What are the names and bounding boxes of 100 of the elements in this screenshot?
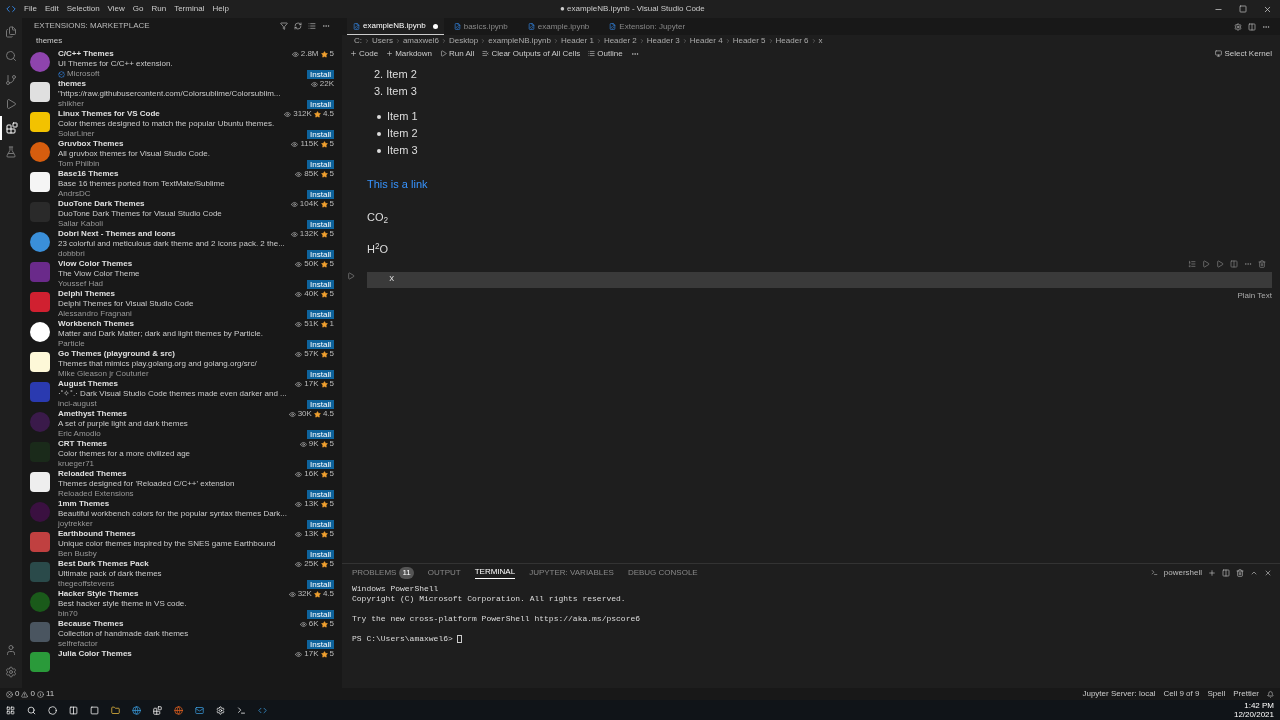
run-cell-icon[interactable] bbox=[347, 271, 355, 280]
editor-tab[interactable]: example.ipynb bbox=[517, 18, 600, 35]
tab-label[interactable]: Extension: Jupyter bbox=[619, 20, 686, 33]
install-button[interactable]: Install bbox=[307, 279, 334, 289]
install-button[interactable]: Install bbox=[307, 129, 334, 139]
menu-item[interactable]: File bbox=[20, 3, 41, 15]
settings-icon[interactable] bbox=[1234, 22, 1242, 31]
extension-name[interactable]: CRT Themes bbox=[58, 438, 107, 450]
breadcrumb[interactable]: Header 3 bbox=[646, 35, 680, 47]
install-button[interactable]: Install bbox=[307, 189, 334, 199]
extension-name[interactable]: Hacker Style Themes bbox=[58, 588, 139, 600]
plus-icon[interactable] bbox=[350, 50, 357, 57]
toolbar-button[interactable]: Markdown bbox=[395, 47, 433, 60]
globe-icon[interactable] bbox=[174, 705, 183, 715]
tab-label[interactable]: example.ipynb bbox=[537, 20, 590, 33]
mail-icon[interactable] bbox=[195, 705, 204, 715]
breadcrumb[interactable]: x bbox=[818, 35, 823, 47]
start-icon[interactable] bbox=[6, 705, 15, 715]
close-icon[interactable] bbox=[1264, 568, 1272, 577]
shell-selector[interactable]: powershell bbox=[1163, 566, 1202, 579]
panel-tab[interactable]: OUTPUT bbox=[427, 566, 461, 579]
install-button[interactable]: Install bbox=[307, 459, 334, 469]
breadcrumb[interactable]: Desktop bbox=[448, 35, 479, 47]
install-button[interactable]: Install bbox=[307, 489, 334, 499]
play-icon[interactable] bbox=[440, 50, 448, 57]
menu-item[interactable]: View bbox=[103, 3, 129, 15]
globe-icon[interactable] bbox=[132, 705, 141, 715]
account-icon[interactable] bbox=[5, 644, 17, 656]
clear-list-icon[interactable] bbox=[482, 50, 490, 57]
search-field[interactable]: themes bbox=[30, 34, 334, 47]
install-button[interactable]: Install bbox=[307, 429, 334, 439]
extension-name[interactable]: C/C++ Themes bbox=[58, 48, 114, 60]
code-cell[interactable]: x bbox=[367, 271, 1272, 288]
install-button[interactable]: Install bbox=[307, 339, 334, 349]
search-icon[interactable] bbox=[27, 705, 36, 715]
install-button[interactable]: Install bbox=[307, 159, 334, 169]
panel-tab[interactable]: PROBLEMS bbox=[352, 566, 397, 579]
tab-label[interactable]: exampleNB.ipynb bbox=[363, 20, 426, 32]
extension-name[interactable]: Reloaded Themes bbox=[58, 468, 127, 480]
split-terminal-icon[interactable] bbox=[1222, 568, 1230, 577]
select-kernel-button[interactable]: Select Kernel bbox=[1224, 47, 1272, 60]
install-button[interactable]: Install bbox=[307, 549, 334, 559]
breadcrumb[interactable]: Header 6 bbox=[775, 35, 809, 47]
panel-tab[interactable]: TERMINAL bbox=[474, 566, 516, 579]
panel-tab[interactable]: DEBUG CONSOLE bbox=[627, 566, 698, 579]
extension-name[interactable]: Base16 Themes bbox=[58, 168, 119, 180]
tab-label[interactable]: basics.ipynb bbox=[463, 20, 508, 33]
folder-icon[interactable] bbox=[111, 705, 120, 715]
panel-tab[interactable]: JUPYTER: VARIABLES bbox=[529, 566, 614, 579]
menu-item[interactable]: Selection bbox=[62, 3, 104, 15]
extension-name[interactable]: Viow Color Themes bbox=[58, 258, 133, 270]
status-item[interactable]: Prettier bbox=[1233, 688, 1259, 700]
add-terminal-icon[interactable] bbox=[1208, 568, 1216, 577]
breadcrumb[interactable]: C: bbox=[354, 35, 362, 47]
maximize-icon[interactable] bbox=[1239, 4, 1247, 13]
install-button[interactable]: Install bbox=[307, 69, 334, 79]
breadcrumb[interactable]: amaxwel6 bbox=[402, 35, 439, 47]
kernel-icon[interactable] bbox=[1215, 50, 1223, 57]
breadcrumb[interactable]: exampleNB.ipynb bbox=[488, 35, 551, 47]
menu-item[interactable]: Terminal bbox=[170, 3, 209, 15]
extension-name[interactable]: Delphi Themes bbox=[58, 288, 115, 300]
install-button[interactable]: Install bbox=[307, 399, 334, 409]
install-button[interactable]: Install bbox=[307, 579, 334, 589]
plus-icon[interactable] bbox=[386, 50, 394, 57]
notification-icon[interactable] bbox=[1267, 690, 1274, 698]
status-item[interactable]: Cell 9 of 9 bbox=[1163, 688, 1200, 700]
extension-name[interactable]: themes bbox=[58, 78, 86, 90]
extension-name[interactable]: Go Themes (playground & src) bbox=[58, 348, 175, 360]
extension-name[interactable]: 1mm Themes bbox=[58, 498, 110, 510]
extension-name[interactable]: DuoTone Dark Themes bbox=[58, 198, 145, 210]
run-above-icon[interactable] bbox=[1216, 259, 1224, 268]
breadcrumb[interactable]: Header 1 bbox=[560, 35, 594, 47]
editor-tab[interactable]: exampleNB.ipynb bbox=[347, 18, 444, 35]
breadcrumb[interactable]: Users bbox=[372, 35, 393, 47]
install-button[interactable]: Install bbox=[307, 249, 334, 259]
breadcrumb[interactable]: Header 2 bbox=[603, 35, 637, 47]
extension-name[interactable]: Best Dark Themes Pack bbox=[58, 558, 149, 570]
circle-icon[interactable] bbox=[48, 705, 57, 715]
menu-item[interactable]: Go bbox=[128, 3, 148, 15]
task-view-icon[interactable] bbox=[69, 705, 78, 715]
extension-name[interactable]: Amethyst Themes bbox=[58, 408, 127, 420]
install-button[interactable]: Install bbox=[307, 99, 334, 109]
toolbar-button[interactable]: Run All bbox=[449, 47, 475, 60]
close-icon[interactable] bbox=[1263, 4, 1272, 14]
menu-item[interactable]: Help bbox=[208, 3, 233, 15]
delete-icon[interactable] bbox=[1236, 568, 1244, 577]
install-button[interactable]: Install bbox=[307, 219, 334, 229]
extension-name[interactable]: Earthbound Themes bbox=[58, 528, 136, 540]
menu-item[interactable]: Run bbox=[147, 3, 171, 15]
split-cell-icon[interactable] bbox=[1230, 259, 1238, 268]
install-button[interactable]: Install bbox=[307, 369, 334, 379]
run-below-icon[interactable] bbox=[1202, 259, 1210, 268]
list-icon[interactable] bbox=[588, 50, 596, 57]
install-button[interactable]: Install bbox=[307, 639, 334, 649]
run-by-line-icon[interactable] bbox=[1188, 259, 1196, 268]
list-icon[interactable] bbox=[308, 22, 316, 30]
more-icon[interactable] bbox=[322, 22, 330, 30]
breadcrumb[interactable]: Header 5 bbox=[732, 35, 766, 47]
filter-icon[interactable] bbox=[280, 22, 288, 30]
install-button[interactable]: Install bbox=[307, 519, 334, 529]
